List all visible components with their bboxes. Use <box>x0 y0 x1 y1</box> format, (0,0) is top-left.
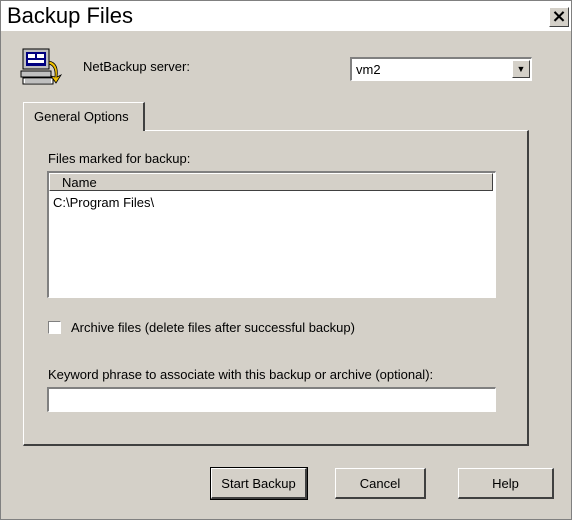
column-header-label: Name <box>62 175 97 190</box>
close-button[interactable]: × <box>549 7 569 27</box>
tab-label: General Options <box>34 109 129 124</box>
close-icon: × <box>551 6 567 27</box>
help-button[interactable]: Help <box>458 468 554 499</box>
backup-files-dialog: Backup Files × NetBackup server: vm2 ▼ G… <box>0 0 572 520</box>
server-select[interactable]: vm2 ▼ <box>350 57 532 81</box>
files-marked-label: Files marked for backup: <box>48 151 191 166</box>
cancel-button[interactable]: Cancel <box>335 468 426 499</box>
archive-checkbox-label[interactable]: Archive files (delete files after succes… <box>71 320 355 335</box>
title-bar[interactable]: Backup Files × <box>1 1 571 31</box>
keyword-input[interactable] <box>47 387 496 412</box>
server-select-value: vm2 <box>356 62 381 77</box>
tab-general-options[interactable]: General Options <box>23 102 145 131</box>
keyword-label: Keyword phrase to associate with this ba… <box>48 367 434 382</box>
window-title: Backup Files <box>7 3 133 28</box>
column-header-name[interactable]: Name <box>49 173 493 191</box>
files-list[interactable]: Name C:\Program Files\ <box>47 171 496 298</box>
server-label: NetBackup server: <box>83 59 190 74</box>
start-backup-button[interactable]: Start Backup <box>210 467 308 500</box>
dropdown-button[interactable]: ▼ <box>512 60 530 78</box>
list-item[interactable]: C:\Program Files\ <box>53 195 154 210</box>
archive-checkbox[interactable] <box>48 321 61 334</box>
chevron-down-icon: ▼ <box>516 64 526 74</box>
computer-server-icon <box>20 48 63 85</box>
